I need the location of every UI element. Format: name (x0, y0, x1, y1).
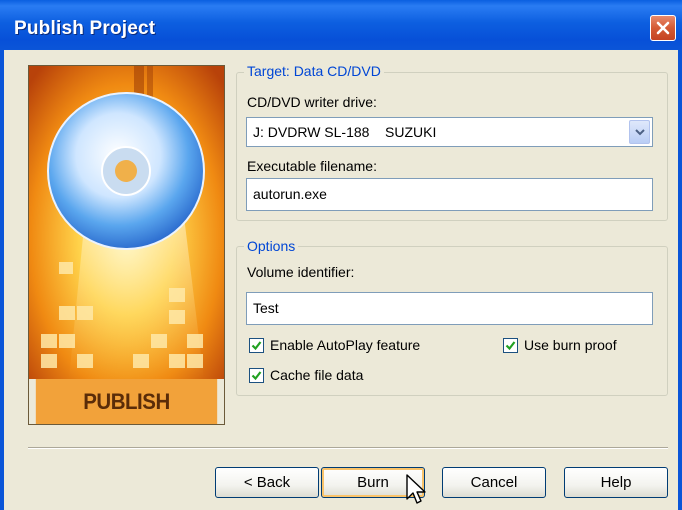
autoplay-label[interactable]: Enable AutoPlay feature (270, 337, 420, 353)
close-button[interactable] (650, 15, 676, 41)
banner-caption: PUBLISH PROJECT (35, 379, 218, 424)
writer-drive-label: CD/DVD writer drive: (247, 94, 377, 110)
cache-file-data-checkbox[interactable] (249, 368, 264, 383)
back-button[interactable]: < Back (215, 467, 319, 498)
cache-file-data-label[interactable]: Cache file data (270, 367, 363, 383)
writer-drive-value: J: DVDRW SL-188 SUZUKI (253, 124, 437, 140)
cancel-button[interactable]: Cancel (442, 467, 546, 498)
options-legend: Options (244, 238, 299, 254)
mouse-pointer-icon (406, 474, 426, 504)
window-title: Publish Project (14, 18, 156, 39)
executable-filename-label: Executable filename: (247, 158, 377, 174)
window-frame-right (678, 50, 682, 510)
writer-drive-dropdown[interactable]: J: DVDRW SL-188 SUZUKI (246, 117, 653, 147)
chevron-down-icon (635, 129, 645, 136)
checkmark-icon (505, 341, 516, 351)
checkmark-icon (251, 341, 262, 351)
burn-proof-label[interactable]: Use burn proof (524, 337, 617, 353)
autoplay-checkbox[interactable] (249, 338, 264, 353)
dropdown-button[interactable] (629, 120, 650, 144)
volume-identifier-input[interactable]: Test (246, 292, 653, 325)
publish-project-dialog: Publish Project PUBLISH Target: Data CD/… (0, 0, 682, 510)
banner-image: PUBLISH PROJECT (28, 65, 225, 425)
close-icon (656, 21, 670, 35)
burn-proof-checkbox[interactable] (503, 338, 518, 353)
volume-identifier-label: Volume identifier: (247, 264, 355, 280)
target-legend: Target: Data CD/DVD (244, 63, 384, 79)
button-separator-highlight (28, 448, 668, 449)
executable-filename-input[interactable]: autorun.exe (246, 178, 653, 211)
checkmark-icon (251, 371, 262, 381)
help-button[interactable]: Help (564, 467, 668, 498)
window-frame-left (0, 50, 4, 510)
title-bar[interactable]: Publish Project (0, 0, 682, 50)
cd-disc-icon (29, 66, 224, 379)
